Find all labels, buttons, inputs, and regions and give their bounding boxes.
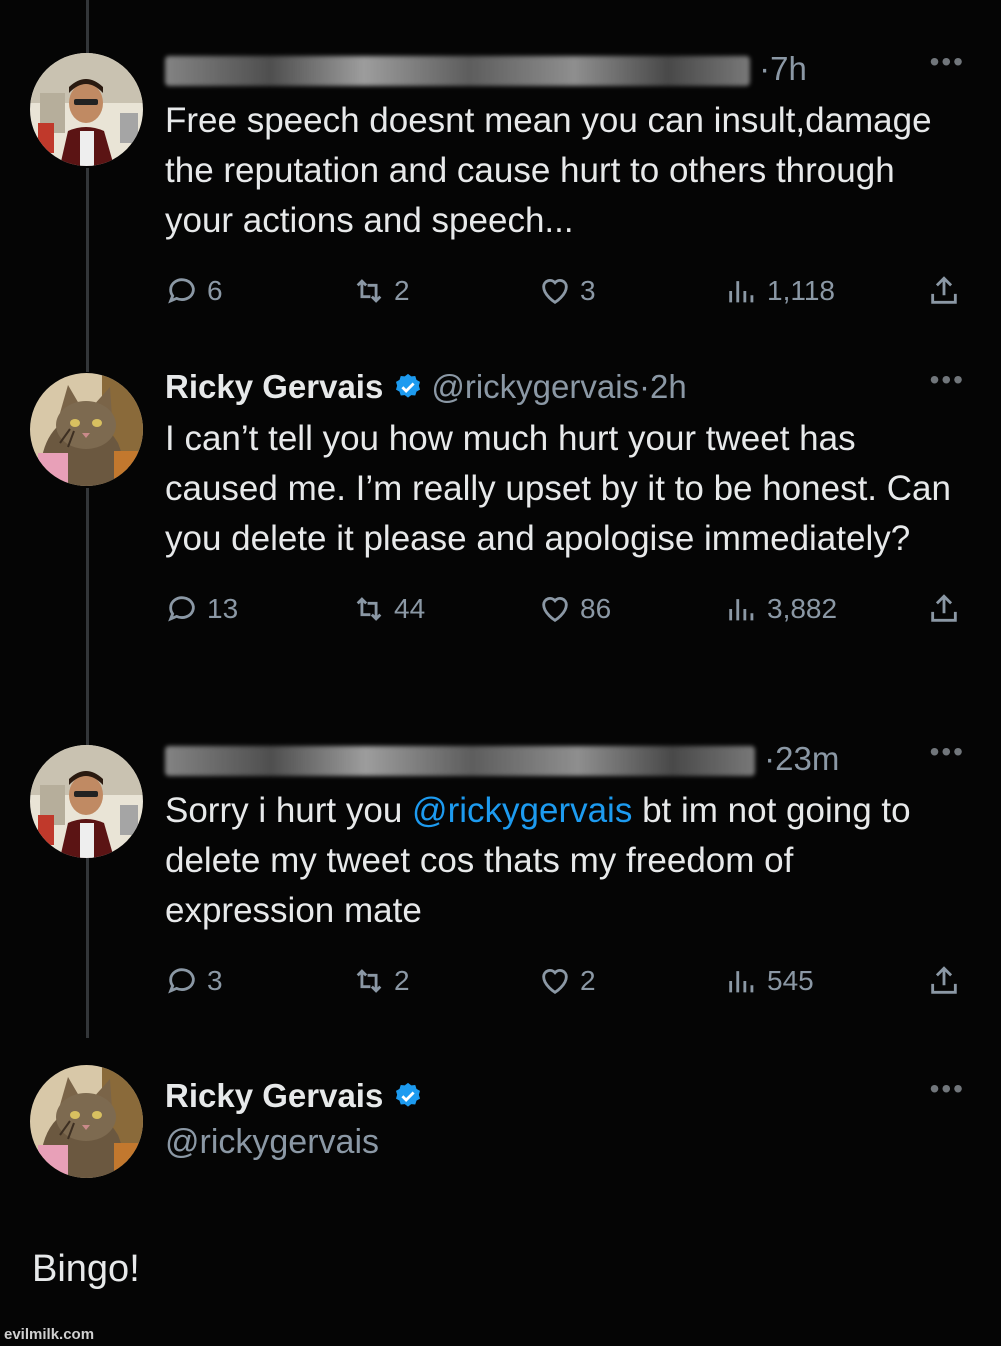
time-separator: · xyxy=(639,368,651,405)
share-button[interactable] xyxy=(927,274,961,308)
reply-icon xyxy=(168,278,195,304)
tweet-text: Sorry i hurt you @rickygervais bt im not… xyxy=(165,786,965,936)
tweet-actions: 3 2 2 545 xyxy=(165,964,965,1004)
repost-button[interactable]: 44 xyxy=(352,592,425,626)
tweet-actions: 6 2 3 1,118 xyxy=(165,274,965,314)
avatar[interactable] xyxy=(30,373,143,486)
tweet-text: I can’t tell you how much hurt your twee… xyxy=(165,419,951,558)
heart-icon xyxy=(542,597,568,623)
repost-button[interactable]: 2 xyxy=(352,964,410,998)
tweet-header: ·7h ••• xyxy=(165,46,965,96)
reply-icon xyxy=(168,968,195,994)
tweet-header: Ricky Gervais @rickygervais·2h ••• xyxy=(165,364,965,414)
views-button[interactable]: 545 xyxy=(725,964,814,998)
share-icon xyxy=(931,966,957,994)
thread-line xyxy=(86,858,89,1038)
view-count: 545 xyxy=(767,965,814,996)
repost-count: 2 xyxy=(394,965,410,996)
tweet[interactable]: ·23m ••• Sorry i hurt you @rickygervais … xyxy=(165,736,965,1004)
repost-count: 44 xyxy=(394,593,426,624)
cat-avatar-image xyxy=(30,1065,143,1178)
avatar[interactable] xyxy=(30,53,143,166)
like-button[interactable]: 3 xyxy=(538,274,596,308)
tweet-timestamp[interactable]: 2h xyxy=(650,368,687,405)
views-icon xyxy=(729,971,754,993)
views-button[interactable]: 1,118 xyxy=(725,274,835,308)
cat-avatar-image xyxy=(30,373,143,486)
avatar[interactable] xyxy=(30,1065,143,1178)
more-options-button[interactable]: ••• xyxy=(930,364,965,396)
avatar[interactable] xyxy=(30,745,143,858)
share-button[interactable] xyxy=(927,592,961,626)
like-button[interactable]: 86 xyxy=(538,592,611,626)
time-separator: · xyxy=(764,740,776,777)
watermark: evilmilk.com xyxy=(4,1326,95,1343)
author-name[interactable]: Ricky Gervais xyxy=(165,1077,383,1114)
heart-icon xyxy=(542,279,568,305)
thread-line xyxy=(86,0,89,55)
view-count: 3,882 xyxy=(767,593,838,624)
more-options-button[interactable]: ••• xyxy=(930,46,965,78)
more-options-button[interactable]: ••• xyxy=(930,736,965,768)
redacted-author-name xyxy=(165,56,750,87)
man-avatar-image xyxy=(30,745,143,858)
tweet-header: ·23m ••• xyxy=(165,736,965,786)
tweet-header: Ricky Gervais ••• xyxy=(165,1073,965,1123)
tweet-text: Bingo! xyxy=(32,1248,140,1290)
thread-line xyxy=(86,488,89,746)
reply-count: 3 xyxy=(207,965,223,996)
view-count: 1,118 xyxy=(767,275,835,306)
like-count: 86 xyxy=(580,593,612,624)
more-options-button[interactable]: ••• xyxy=(930,1073,965,1105)
man-avatar-image xyxy=(30,53,143,166)
like-count: 2 xyxy=(580,965,596,996)
reply-button[interactable]: 6 xyxy=(165,274,223,308)
repost-icon xyxy=(356,279,382,303)
tweet-actions: 13 44 86 3,882 xyxy=(165,592,965,632)
reply-button[interactable]: 3 xyxy=(165,964,223,998)
share-button[interactable] xyxy=(927,964,961,998)
tweet-text-part: Sorry i hurt you xyxy=(165,791,413,830)
time-separator: · xyxy=(759,50,771,87)
verified-badge-icon xyxy=(396,1082,421,1107)
redacted-author-name xyxy=(165,746,755,777)
author-handle[interactable]: @rickygervais xyxy=(431,368,639,405)
views-icon xyxy=(729,599,754,621)
tweet[interactable]: Ricky Gervais @rickygervais·2h ••• I can’… xyxy=(165,364,965,632)
reply-icon xyxy=(168,596,195,622)
reply-count: 13 xyxy=(207,593,239,624)
share-icon xyxy=(931,594,957,622)
reply-count: 6 xyxy=(207,275,223,306)
author-name[interactable]: Ricky Gervais xyxy=(165,368,383,405)
mention-link[interactable]: @rickygervais xyxy=(412,791,632,830)
heart-icon xyxy=(542,969,568,995)
tweet-text: Free speech doesnt mean you can insult,d… xyxy=(165,101,932,240)
repost-button[interactable]: 2 xyxy=(352,274,410,308)
focused-tweet-header: Ricky Gervais ••• @rickygervais xyxy=(165,1073,965,1162)
repost-icon xyxy=(356,597,382,621)
author-handle[interactable]: @rickygervais xyxy=(165,1123,965,1162)
repost-count: 2 xyxy=(394,275,410,306)
tweet-timestamp[interactable]: 7h xyxy=(770,50,807,87)
tweet-timestamp[interactable]: 23m xyxy=(775,740,839,777)
views-button[interactable]: 3,882 xyxy=(725,592,837,626)
repost-icon xyxy=(356,969,382,993)
share-icon xyxy=(931,276,957,304)
verified-badge-icon xyxy=(396,373,421,398)
reply-button[interactable]: 13 xyxy=(165,592,238,626)
like-button[interactable]: 2 xyxy=(538,964,596,998)
tweet[interactable]: ·7h ••• Free speech doesnt mean you can … xyxy=(165,46,965,314)
like-count: 3 xyxy=(580,275,596,306)
thread-line xyxy=(86,168,89,372)
views-icon xyxy=(729,281,754,303)
